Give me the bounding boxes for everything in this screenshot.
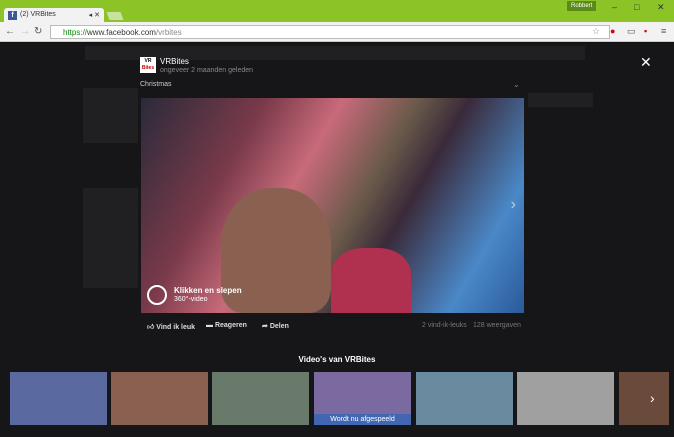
- video-player-360[interactable]: Klikken en slepen 360°-video ›: [141, 98, 524, 313]
- video-thumbnail[interactable]: [10, 372, 107, 425]
- reload-icon[interactable]: ↻: [34, 26, 42, 37]
- video-thumbnail[interactable]: [212, 372, 309, 425]
- 360-video-icon: [147, 285, 167, 305]
- browser-tab[interactable]: f (2) VRBites ◂ ✕: [4, 8, 104, 23]
- thumbs-up-icon: 👍︎: [147, 324, 155, 331]
- video-title: Christmas: [140, 81, 172, 88]
- share-icon: ➦: [262, 323, 268, 330]
- bookmark-star-icon[interactable]: ☆: [592, 26, 600, 37]
- page-logo[interactable]: VR Bites: [140, 57, 156, 73]
- video-thumbnail[interactable]: [111, 372, 208, 425]
- drag-hint: Klikken en slepen: [174, 286, 242, 295]
- close-tab-icon[interactable]: ◂ ✕: [89, 11, 100, 19]
- like-button[interactable]: 👍︎ Vind ik leuk: [147, 322, 195, 331]
- profile-button[interactable]: Robbert: [567, 1, 597, 11]
- video-thumbnail-current[interactable]: Wordt nu afgespeeld: [314, 372, 411, 425]
- close-window-button[interactable]: ✕: [657, 2, 665, 13]
- menu-icon[interactable]: ≡: [661, 26, 666, 36]
- share-button[interactable]: ➦ Delen: [262, 322, 289, 330]
- extension-icon[interactable]: ▪: [644, 26, 647, 36]
- related-videos-heading: Video's van VRBites: [298, 355, 376, 364]
- close-viewer-icon[interactable]: ✕: [640, 54, 652, 71]
- browser-toolbar: ← → ↻ https://www.facebook.com/vrbites ☆…: [0, 22, 674, 42]
- page-name-link[interactable]: VRBites: [160, 57, 189, 66]
- facebook-icon: f: [8, 11, 17, 20]
- video-thumbnail[interactable]: [416, 372, 513, 425]
- comment-button[interactable]: ▬ Reageren: [206, 322, 247, 329]
- video-thumbnail[interactable]: [517, 372, 614, 425]
- views-count: 128 weergaven: [473, 322, 521, 329]
- post-timestamp[interactable]: ongeveer 2 maanden geleden: [160, 67, 253, 74]
- forward-icon[interactable]: →: [20, 26, 30, 37]
- browser-titlebar: f (2) VRBites ◂ ✕ Robbert – □ ✕: [0, 0, 674, 23]
- carousel-next-icon[interactable]: ›: [650, 390, 655, 406]
- address-bar[interactable]: https://www.facebook.com/vrbites: [50, 25, 610, 39]
- back-icon[interactable]: ←: [5, 26, 15, 37]
- maximize-button[interactable]: □: [634, 2, 639, 12]
- tab-title: (2) VRBites: [20, 11, 56, 18]
- chevron-down-icon[interactable]: ⌄: [513, 80, 520, 89]
- comment-icon: ▬: [206, 322, 213, 329]
- minimize-button[interactable]: –: [612, 2, 617, 12]
- likes-count[interactable]: 2 vind-ik-leuks: [422, 322, 467, 329]
- next-arrow-icon[interactable]: ›: [511, 196, 516, 214]
- video-thumbnail[interactable]: [619, 372, 669, 425]
- cast-icon[interactable]: ▭: [627, 26, 636, 37]
- adblock-icon[interactable]: ●: [610, 26, 615, 36]
- now-playing-label: Wordt nu afgespeeld: [314, 414, 411, 425]
- new-tab-button[interactable]: [106, 12, 124, 20]
- video-type-label: 360°-video: [174, 296, 208, 303]
